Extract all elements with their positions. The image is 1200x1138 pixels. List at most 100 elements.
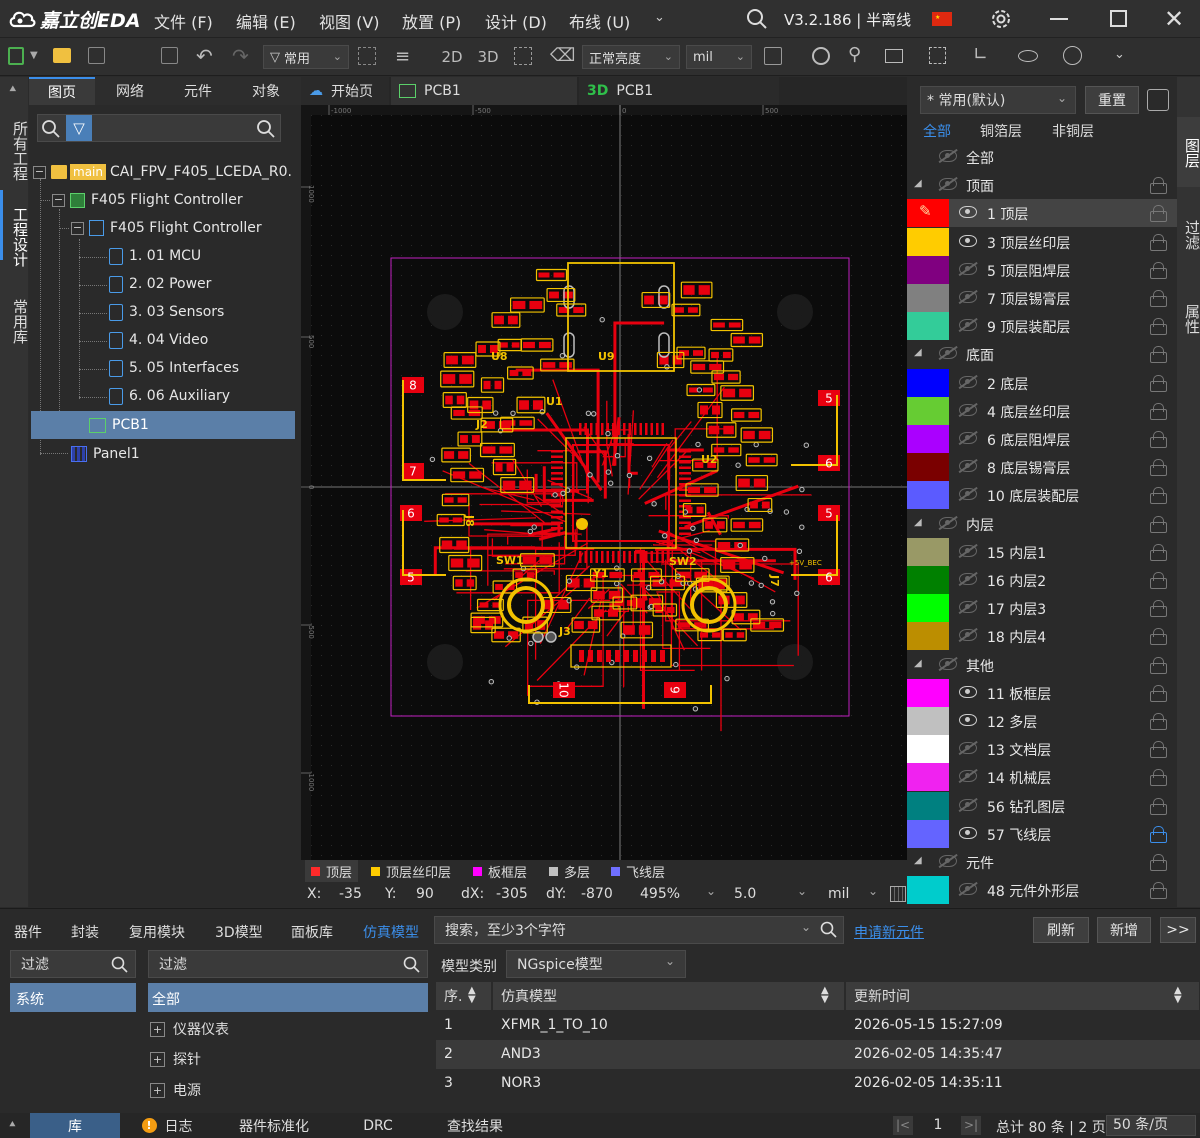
- menu-place[interactable]: 放置 (P): [402, 9, 461, 33]
- search-icon[interactable]: [820, 921, 838, 939]
- visibility-toggle-icon[interactable]: [939, 855, 957, 867]
- doc-tab-pcb[interactable]: PCB1: [391, 77, 577, 105]
- layer-group-top[interactable]: ◢ 顶面: [907, 171, 1177, 199]
- filter-tab-noncopper[interactable]: 非铜层: [1052, 121, 1094, 141]
- layer-group-all[interactable]: 全部: [907, 143, 1177, 171]
- lib-tab-devices[interactable]: 器件: [14, 922, 42, 942]
- expand-toggle[interactable]: +: [150, 1082, 165, 1098]
- add-button[interactable]: 新增: [1097, 917, 1151, 943]
- layer-row[interactable]: 13 文档层: [907, 735, 1177, 764]
- visibility-toggle-icon[interactable]: [959, 573, 977, 585]
- layer-row[interactable]: 48 元件外形层: [907, 876, 1177, 905]
- visibility-toggle-icon[interactable]: [959, 714, 977, 726]
- redo-icon[interactable]: ↷: [232, 44, 252, 68]
- visibility-toggle-icon[interactable]: [959, 291, 977, 303]
- lock-icon[interactable]: [1150, 543, 1167, 561]
- lock-icon[interactable]: [1150, 713, 1167, 730]
- select-box-icon[interactable]: [929, 47, 946, 64]
- layer-color-swatch[interactable]: [907, 537, 949, 566]
- view-2d-button[interactable]: 2D: [440, 45, 464, 69]
- table-row[interactable]: 2 AND3 2026-02-05 14:35:47: [436, 1040, 1200, 1069]
- rail-tab-common-library[interactable]: 常用库: [0, 283, 29, 353]
- model-type-dropdown[interactable]: NGspice模型 ⌄: [506, 950, 686, 978]
- search-submit-icon[interactable]: [256, 119, 276, 139]
- lib-tab-reuse-blocks[interactable]: 复用模块: [129, 922, 185, 942]
- menu-route[interactable]: 布线 (U): [569, 9, 630, 33]
- layer-stack-icon[interactable]: ⌫: [550, 45, 575, 66]
- tab-nets[interactable]: 网络: [97, 77, 163, 105]
- layer-color-swatch[interactable]: [907, 735, 949, 764]
- layer-row[interactable]: 18 内层4: [907, 622, 1177, 651]
- visibility-toggle-icon[interactable]: [959, 883, 977, 896]
- sort-icon[interactable]: ▲ ▼: [1174, 986, 1182, 1005]
- visibility-toggle-icon[interactable]: [959, 262, 977, 275]
- layer-color-swatch[interactable]: [907, 425, 949, 453]
- layer-color-swatch[interactable]: [907, 453, 949, 482]
- layer-color-swatch[interactable]: [907, 707, 949, 735]
- collapse-triangle-icon[interactable]: ◢: [914, 178, 922, 189]
- layer-row[interactable]: 10 底层装配层: [907, 481, 1177, 510]
- layer-color-swatch[interactable]: ✎: [907, 199, 949, 228]
- lib-search-input[interactable]: 搜索，至少3个字符 ⌄: [434, 916, 844, 944]
- layer-chip-board-outline[interactable]: 板框层: [469, 860, 531, 882]
- visibility-toggle-icon[interactable]: [959, 375, 977, 388]
- filter-tab-all[interactable]: 全部: [923, 121, 951, 141]
- lock-icon[interactable]: [1150, 374, 1167, 392]
- rail-tab-filter[interactable]: 过滤: [1177, 207, 1200, 257]
- layer-row[interactable]: 3 顶层丝印层: [907, 227, 1177, 256]
- grid-select-icon[interactable]: [358, 47, 376, 65]
- search-icon[interactable]: [746, 8, 768, 30]
- lock-icon[interactable]: [1150, 656, 1167, 674]
- first-page-icon[interactable]: |<: [893, 1116, 913, 1135]
- layer-row[interactable]: 12 多层: [907, 707, 1177, 735]
- lock-icon[interactable]: [1150, 854, 1167, 871]
- undo-icon[interactable]: ↶: [196, 44, 216, 68]
- visibility-toggle-icon[interactable]: [959, 826, 977, 839]
- lib-tab-sim-models[interactable]: 仿真模型: [363, 922, 419, 942]
- menu-design[interactable]: 设计 (D): [485, 9, 547, 33]
- category-filter-input[interactable]: 过滤: [148, 950, 428, 978]
- status-tab-find-results[interactable]: 查找结果: [422, 1113, 528, 1138]
- layer-color-swatch[interactable]: [907, 481, 949, 510]
- save-all-icon[interactable]: [161, 47, 178, 64]
- layer-row[interactable]: 11 板框层: [907, 678, 1177, 707]
- grid-value[interactable]: 5.0: [734, 886, 756, 902]
- layer-row[interactable]: 4 底层丝印层: [907, 396, 1177, 425]
- lock-icon[interactable]: [1150, 825, 1167, 843]
- layer-chip-top[interactable]: 顶层: [305, 860, 359, 882]
- collapse-triangle-icon[interactable]: ◢: [914, 855, 922, 866]
- reset-button[interactable]: 重置: [1085, 86, 1139, 114]
- layer-group-other[interactable]: ◢ 其他: [907, 651, 1177, 679]
- lock-icon[interactable]: [1150, 431, 1167, 448]
- layer-group-component[interactable]: ◢ 元件: [907, 848, 1177, 876]
- save-icon[interactable]: [88, 47, 105, 64]
- layer-row[interactable]: ✎ 1 顶层: [907, 199, 1177, 228]
- layer-color-swatch[interactable]: [907, 876, 949, 905]
- col-header-index[interactable]: 序. ▲ ▼: [436, 982, 492, 1010]
- layer-row[interactable]: 8 底层锡膏层: [907, 453, 1177, 482]
- doc-tab-start[interactable]: ☁ 开始页: [301, 77, 389, 105]
- tree-sheet[interactable]: 5. 05 Interfaces: [109, 356, 239, 380]
- category-item[interactable]: + 电源: [150, 1080, 201, 1100]
- more-button[interactable]: >>: [1160, 917, 1196, 943]
- collapse-triangle-icon[interactable]: ◢: [914, 347, 922, 358]
- brightness-dropdown[interactable]: 正常亮度 ⌄: [582, 45, 680, 69]
- visibility-toggle-icon[interactable]: [959, 488, 977, 501]
- tree-board[interactable]: − F405 Flight Controller: [52, 188, 243, 212]
- category-item[interactable]: + 探针: [150, 1049, 201, 1069]
- tab-objects[interactable]: 对象: [233, 77, 299, 105]
- layer-chip-ratsnest[interactable]: 飞线层: [607, 860, 669, 882]
- rail-tab-all-projects[interactable]: 所有工程: [0, 107, 29, 189]
- layer-color-swatch[interactable]: [907, 819, 949, 848]
- layer-color-swatch[interactable]: [907, 255, 949, 284]
- maximize-icon[interactable]: [1110, 10, 1127, 27]
- tree-sheet[interactable]: 3. 03 Sensors: [109, 300, 224, 324]
- lock-icon[interactable]: [1150, 290, 1167, 307]
- toolbar-more-chevron-icon[interactable]: ⌄: [1114, 47, 1125, 62]
- minimize-icon[interactable]: [1050, 18, 1068, 20]
- forbid-region-icon[interactable]: [1063, 46, 1082, 65]
- lock-icon[interactable]: [1150, 318, 1167, 336]
- tab-pages[interactable]: 图页: [29, 77, 95, 105]
- visibility-toggle-icon[interactable]: [939, 516, 957, 529]
- filter-dropdown[interactable]: ▽ 常用 ⌄: [263, 45, 349, 69]
